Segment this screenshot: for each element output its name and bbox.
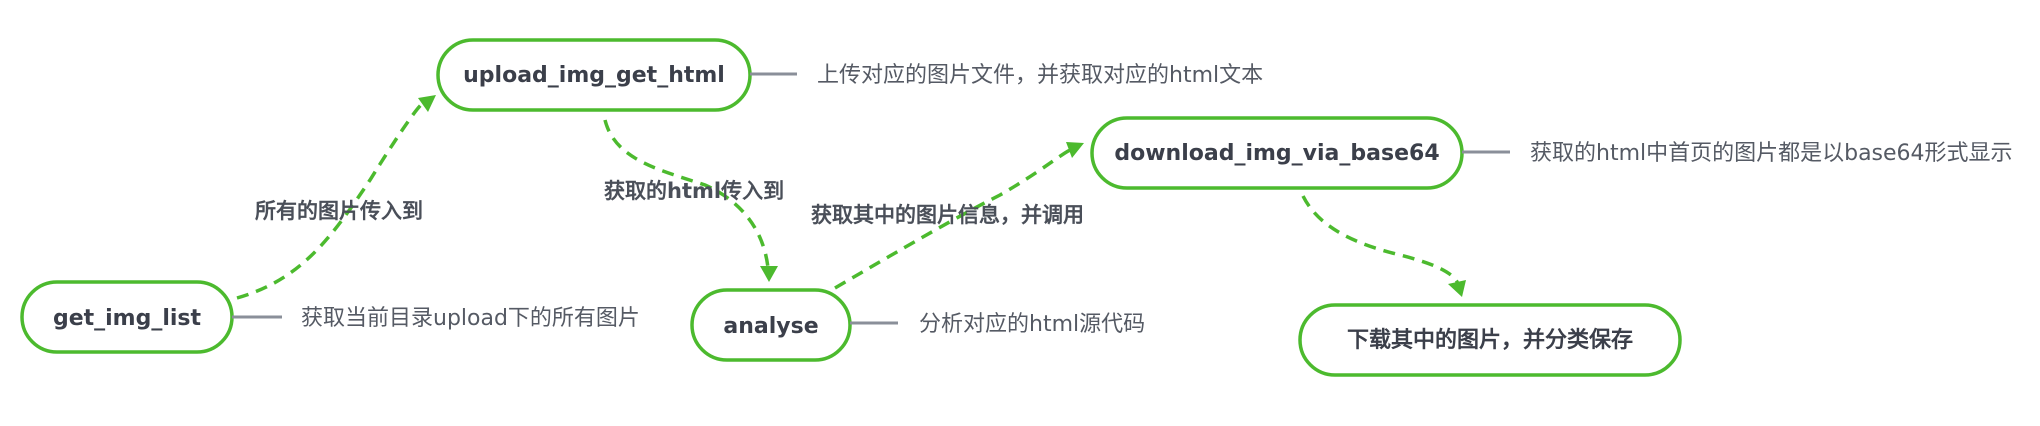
flow-diagram: 所有的图片传入到 获取的html传入到 获取其中的图片信息，并调用 get_im…: [20, 38, 2013, 377]
edge-label: 获取其中的图片信息，并调用: [811, 203, 1084, 227]
edge-label: 获取的html传入到: [604, 179, 784, 203]
node-description: 分析对应的html源代码: [919, 312, 1145, 337]
node-download-img-via-base64[interactable]: download_img_via_base64 获取的html中首页的图片都是以…: [1090, 116, 2013, 190]
edge-upload-to-analyse: 获取的html传入到: [603, 119, 784, 282]
node-description: 获取当前目录upload下的所有图片: [301, 306, 640, 331]
node-description: 上传对应的图片文件，并获取对应的html文本: [817, 63, 1263, 88]
arrow-head-icon: [418, 95, 436, 112]
edge-label: 所有的图片传入到: [255, 199, 423, 223]
node-label: upload_img_get_html: [463, 63, 725, 88]
edge-download-to-save: [1301, 195, 1466, 297]
edge-get-img-list-to-upload: 所有的图片传入到: [236, 95, 436, 300]
edge-analyse-to-download: 获取其中的图片信息，并调用: [811, 142, 1084, 290]
node-upload-img-get-html[interactable]: upload_img_get_html 上传对应的图片文件，并获取对应的html…: [436, 38, 1263, 112]
node-label: analyse: [723, 314, 818, 339]
arrow-head-icon: [760, 266, 778, 282]
node-description: 获取的html中首页的图片都是以base64形式显示: [1530, 141, 2013, 166]
arrow-head-icon: [1448, 280, 1466, 297]
node-label: get_img_list: [53, 306, 202, 331]
node-label: download_img_via_base64: [1114, 141, 1439, 166]
node-save[interactable]: 下载其中的图片，并分类保存: [1298, 303, 1682, 377]
node-analyse[interactable]: analyse 分析对应的html源代码: [690, 288, 1145, 362]
edge-line: [1301, 195, 1460, 285]
node-label: 下载其中的图片，并分类保存: [1347, 327, 1633, 353]
node-get-img-list[interactable]: get_img_list 获取当前目录upload下的所有图片: [20, 280, 640, 354]
